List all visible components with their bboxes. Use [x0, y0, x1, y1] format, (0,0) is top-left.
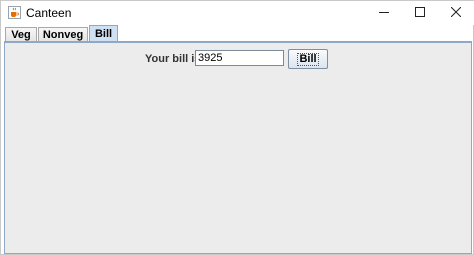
- bill-panel: [4, 41, 472, 254]
- title-bar[interactable]: Canteen: [1, 1, 474, 25]
- maximize-icon: [415, 6, 425, 20]
- tab-bill[interactable]: Bill: [89, 25, 118, 42]
- tab-veg[interactable]: Veg: [5, 27, 37, 42]
- tab-nonveg[interactable]: Nonveg: [38, 27, 88, 42]
- close-button[interactable]: [439, 1, 473, 25]
- tab-strip: Veg Nonveg Bill: [3, 25, 473, 42]
- window-title: Canteen: [26, 6, 72, 20]
- java-cup-icon: [8, 6, 21, 19]
- bill-amount-field[interactable]: [195, 50, 284, 66]
- canteen-window: Canteen Veg Nonveg Bill Your bill is Bil…: [0, 0, 474, 255]
- bill-button-label: Bill: [297, 52, 319, 66]
- maximize-button[interactable]: [403, 1, 437, 25]
- bill-button[interactable]: Bill: [288, 49, 328, 69]
- close-icon: [450, 6, 462, 20]
- minimize-button[interactable]: [367, 1, 401, 25]
- minimize-icon: [379, 7, 389, 20]
- bill-label: Your bill is: [145, 53, 201, 65]
